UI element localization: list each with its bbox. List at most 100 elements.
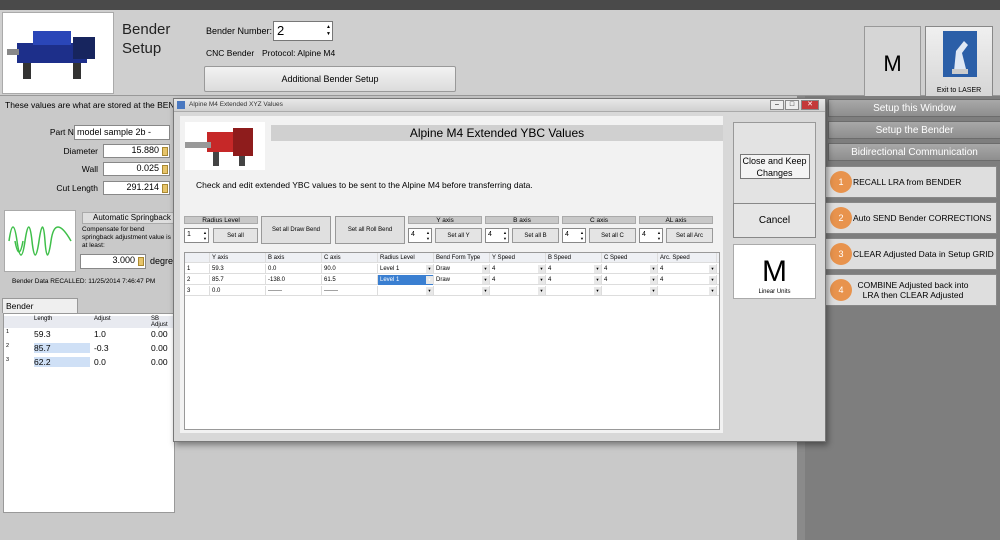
set-all-b-button[interactable]: Set all B bbox=[512, 228, 559, 243]
b-axis-stepper[interactable]: 4 ▲ ▼ bbox=[485, 228, 509, 243]
chevron-down-icon[interactable]: ▼ bbox=[594, 276, 601, 284]
c-speed-dropdown[interactable]: ▼ bbox=[602, 286, 658, 296]
y-axis-stepper[interactable]: 4 ▲ ▼ bbox=[408, 228, 432, 243]
y-axis-cell[interactable]: 0.0 bbox=[210, 286, 266, 296]
chevron-down-icon[interactable]: ▼ bbox=[594, 287, 601, 295]
spin-arrows-icon[interactable]: ▲ ▼ bbox=[580, 230, 584, 242]
arc-speed-dropdown[interactable]: 4 ▼ bbox=[658, 275, 717, 285]
set-all-radius-button[interactable]: Set all bbox=[213, 228, 258, 243]
y-speed-dropdown[interactable]: 4 ▼ bbox=[490, 275, 546, 285]
b-speed-dropdown[interactable]: 4 ▼ bbox=[546, 275, 602, 285]
adjust-cell[interactable]: -0.3 bbox=[94, 343, 109, 353]
radius-level-dropdown[interactable]: ▼ bbox=[378, 286, 434, 296]
chevron-down-icon[interactable]: ▼ bbox=[482, 287, 489, 295]
chevron-down-icon[interactable]: ▼ bbox=[538, 287, 545, 295]
set-all-arc-button[interactable]: Set all Arc bbox=[666, 228, 713, 243]
calculator-icon[interactable] bbox=[162, 147, 168, 156]
length-cell[interactable]: 85.7 bbox=[34, 343, 90, 353]
setup-this-window-button[interactable]: Setup this Window bbox=[828, 99, 1000, 117]
bidirectional-communication-button[interactable]: Bidirectional Communication bbox=[828, 143, 1000, 161]
c-speed-dropdown[interactable]: 4 ▼ bbox=[602, 264, 658, 274]
bend-form-dropdown[interactable]: Draw ▼ bbox=[434, 264, 490, 274]
chevron-down-icon[interactable]: ▼ bbox=[709, 287, 716, 295]
length-cell[interactable]: 59.3 bbox=[34, 329, 90, 339]
recall-lra-button[interactable]: 1 RECALL LRA from BENDER bbox=[817, 166, 997, 198]
table-row[interactable]: 3 62.2 0.0 0.00 bbox=[4, 357, 176, 371]
sb-adjust-cell[interactable]: 0.00 bbox=[151, 329, 168, 339]
bend-form-dropdown[interactable]: ▼ bbox=[434, 286, 490, 296]
chevron-down-icon[interactable]: ▼ bbox=[650, 287, 657, 295]
arc-speed-dropdown[interactable]: ▼ bbox=[658, 286, 717, 296]
chevron-down-icon[interactable]: ▼ bbox=[594, 265, 601, 273]
diameter-field[interactable]: 15.880 bbox=[103, 144, 170, 158]
additional-bender-setup-button[interactable]: Additional Bender Setup bbox=[204, 66, 456, 92]
set-all-draw-bend-button[interactable]: Set all Draw Bend bbox=[261, 216, 331, 244]
chevron-down-icon[interactable]: ▼ bbox=[709, 276, 716, 284]
y-axis-cell[interactable]: 85.7 bbox=[210, 275, 266, 285]
cut-length-field[interactable]: 291.214 bbox=[103, 181, 170, 195]
spin-arrows-icon[interactable]: ▲ ▼ bbox=[326, 24, 331, 38]
c-axis-stepper[interactable]: 4 ▲ ▼ bbox=[562, 228, 586, 243]
b-speed-dropdown[interactable]: ▼ bbox=[546, 286, 602, 296]
chevron-down-icon[interactable]: ▼ bbox=[650, 265, 657, 273]
dialog-titlebar[interactable]: Alpine M4 Extended XYZ Values – □ ✕ bbox=[174, 99, 825, 112]
radius-level-stepper[interactable]: 1 ▲ ▼ bbox=[184, 228, 209, 243]
spin-arrows-icon[interactable]: ▲ ▼ bbox=[426, 230, 430, 242]
minimize-icon[interactable]: – bbox=[770, 100, 784, 110]
chevron-down-icon[interactable]: ▼ bbox=[650, 276, 657, 284]
set-all-y-button[interactable]: Set all Y bbox=[435, 228, 482, 243]
chevron-down-icon[interactable]: ▼ bbox=[482, 276, 489, 284]
table-row[interactable]: 2 85.7 -0.3 0.00 bbox=[4, 343, 176, 357]
chevron-down-icon[interactable]: ▼ bbox=[709, 265, 716, 273]
b-axis-cell[interactable]: 0.0 bbox=[266, 264, 322, 274]
tab-bender-adjustment[interactable]: Bender Adjustment bbox=[2, 298, 78, 321]
close-icon[interactable]: ✕ bbox=[801, 100, 819, 110]
close-and-keep-changes-button[interactable]: Close and Keep Changes bbox=[733, 122, 816, 210]
calculator-icon[interactable] bbox=[138, 257, 144, 266]
calculator-icon[interactable] bbox=[162, 165, 168, 174]
set-all-c-button[interactable]: Set all C bbox=[589, 228, 636, 243]
table-row[interactable]: 1 59.3 0.0 90.0 Level 1 ▼ Draw ▼ 4 ▼ 4 ▼ 4 ▼ … bbox=[185, 264, 719, 274]
table-row[interactable]: 2 85.7 -138.0 61.5 Level 1 ▼ Draw ▼ 4 ▼ 4 ▼ … bbox=[185, 275, 719, 285]
auto-send-corrections-button[interactable]: 2 Auto SEND Bender CORRECTIONS bbox=[817, 202, 997, 234]
c-axis-cell[interactable]: 61.5 bbox=[322, 275, 378, 285]
c-speed-dropdown[interactable]: 4 ▼ bbox=[602, 275, 658, 285]
sb-adjust-cell[interactable]: 0.00 bbox=[151, 343, 168, 353]
y-axis-cell[interactable]: 59.3 bbox=[210, 264, 266, 274]
combine-adjusted-button[interactable]: 4 COMBINE Adjusted back into LRA then CL… bbox=[817, 274, 997, 306]
wall-field[interactable]: 0.025 bbox=[103, 162, 170, 176]
chevron-down-icon[interactable]: ▼ bbox=[426, 265, 433, 273]
c-axis-cell[interactable]: ------- bbox=[322, 286, 378, 296]
c-axis-cell[interactable]: 90.0 bbox=[322, 264, 378, 274]
y-speed-dropdown[interactable]: ▼ bbox=[490, 286, 546, 296]
table-row[interactable]: 3 0.0 ------- ------- ▼ ▼ ▼ ▼ ▼ ▼ bbox=[185, 286, 719, 296]
automatic-springback-button[interactable]: Automatic Springback bbox=[82, 212, 174, 224]
chevron-down-icon[interactable]: ▼ bbox=[538, 276, 545, 284]
chevron-down-icon[interactable]: ▼ bbox=[538, 265, 545, 273]
clear-adjusted-button[interactable]: 3 CLEAR Adjusted Data in Setup GRID bbox=[817, 238, 997, 270]
setup-the-bender-button[interactable]: Setup the Bender bbox=[828, 121, 1000, 139]
cancel-button[interactable]: Cancel bbox=[733, 203, 816, 238]
table-row[interactable]: 1 59.3 1.0 0.00 bbox=[4, 329, 176, 343]
al-axis-stepper[interactable]: 4 ▲ ▼ bbox=[639, 228, 663, 243]
b-axis-cell[interactable]: -138.0 bbox=[266, 275, 322, 285]
adjust-cell[interactable]: 1.0 bbox=[94, 329, 106, 339]
radius-level-dropdown[interactable]: Level 1 ▼ bbox=[378, 264, 434, 274]
set-all-roll-bend-button[interactable]: Set all Roll Bend bbox=[335, 216, 405, 244]
exit-to-laser-button[interactable]: Exit to LASER bbox=[925, 26, 993, 101]
spin-arrows-icon[interactable]: ▲ ▼ bbox=[657, 230, 661, 242]
adjust-cell[interactable]: 0.0 bbox=[94, 357, 106, 367]
radius-level-dropdown[interactable]: Level 1 ▼ bbox=[378, 275, 434, 285]
chevron-down-icon[interactable]: ▼ bbox=[482, 265, 489, 273]
part-number-field[interactable]: model sample 2b - bbox=[74, 125, 170, 140]
chevron-down-icon[interactable]: ▼ bbox=[426, 276, 433, 284]
maximize-icon[interactable]: □ bbox=[785, 100, 799, 110]
length-cell[interactable]: 62.2 bbox=[34, 357, 90, 367]
bender-number-stepper[interactable]: 2 ▲ ▼ bbox=[273, 21, 333, 41]
b-axis-cell[interactable]: ------- bbox=[266, 286, 322, 296]
springback-value-field[interactable]: 3.000 bbox=[80, 254, 146, 269]
y-speed-dropdown[interactable]: 4 ▼ bbox=[490, 264, 546, 274]
spin-arrows-icon[interactable]: ▲ ▼ bbox=[203, 230, 207, 242]
calculator-icon[interactable] bbox=[162, 184, 168, 193]
spin-arrows-icon[interactable]: ▲ ▼ bbox=[503, 230, 507, 242]
